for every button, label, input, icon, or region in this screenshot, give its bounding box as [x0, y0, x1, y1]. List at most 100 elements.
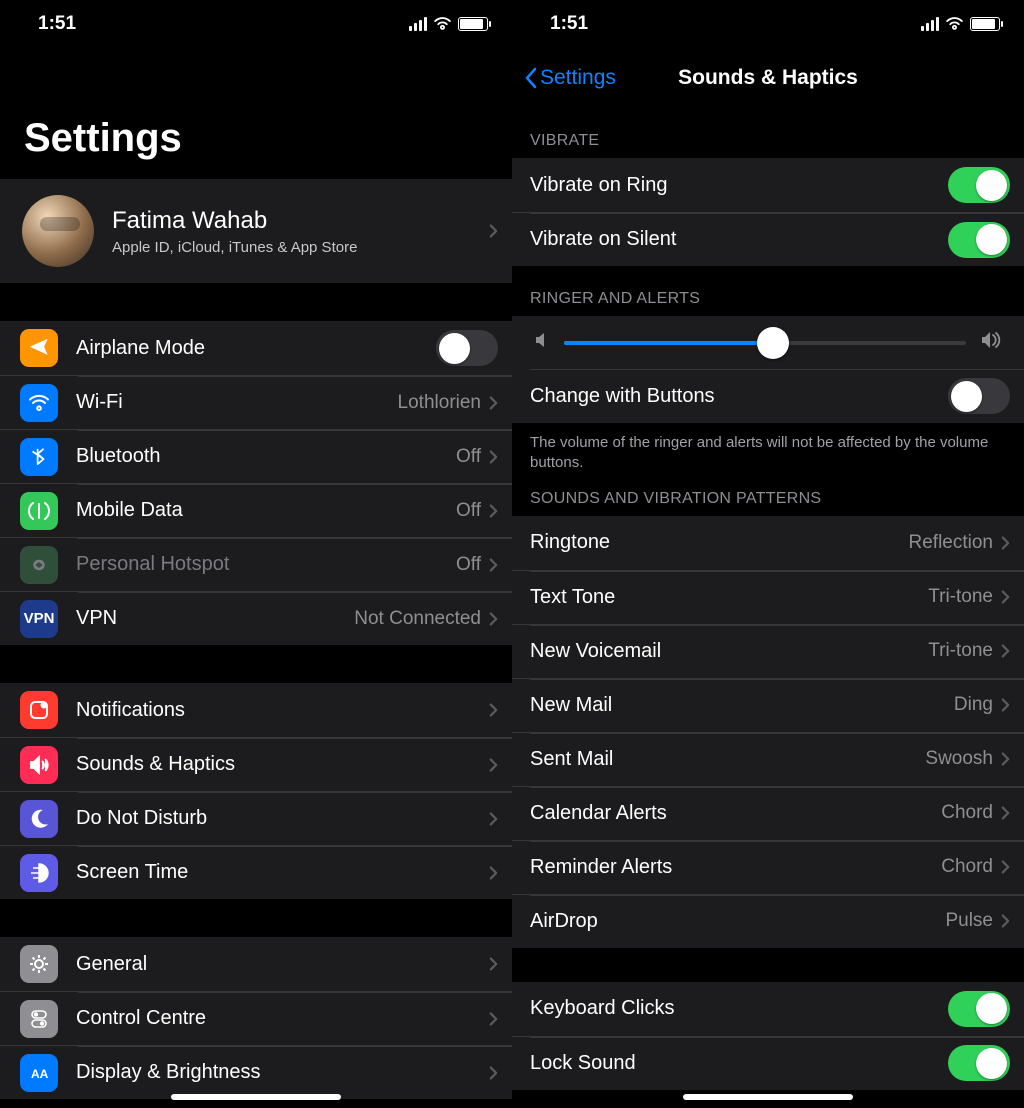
value: Chord [941, 802, 993, 824]
patterns-section: RingtoneReflectionText ToneTri-toneNew V… [512, 516, 1024, 948]
row-vibrate-on-ring[interactable]: Vibrate on Ring [512, 158, 1024, 212]
lock-sound-toggle[interactable] [948, 1045, 1010, 1081]
profile-row[interactable]: Fatima Wahab Apple ID, iCloud, iTunes & … [0, 179, 512, 283]
row-ringtone[interactable]: RingtoneReflection [512, 516, 1024, 570]
chevron-right-icon [1001, 859, 1010, 875]
row-new-mail[interactable]: New MailDing [512, 678, 1024, 732]
back-label: Settings [540, 66, 616, 90]
row-calendar-alerts[interactable]: Calendar AlertsChord [512, 786, 1024, 840]
vibrate-on-ring-toggle[interactable] [948, 167, 1010, 203]
slider-thumb[interactable] [757, 327, 789, 359]
chevron-right-icon [489, 757, 498, 773]
home-indicator[interactable] [171, 1094, 341, 1100]
status-icons [921, 16, 1000, 33]
chevron-right-icon [489, 1065, 498, 1081]
svg-text:AA: AA [31, 1067, 49, 1081]
row-general[interactable]: General [0, 937, 512, 991]
chevron-right-icon [489, 1011, 498, 1027]
row-screen-time[interactable]: Screen Time [0, 845, 512, 899]
slider-track[interactable] [564, 341, 966, 345]
chevron-right-icon [1001, 913, 1010, 929]
row-new-voicemail[interactable]: New VoicemailTri-tone [512, 624, 1024, 678]
value: Lothlorien [398, 392, 481, 414]
change-with-buttons-toggle[interactable] [948, 378, 1010, 414]
avatar [22, 195, 94, 267]
row-airplane-mode[interactable]: Airplane Mode [0, 321, 512, 375]
label: Ringtone [530, 531, 909, 554]
value: Swoosh [925, 748, 993, 770]
value: Ding [954, 694, 993, 716]
speaker-low-icon [534, 331, 550, 354]
label: Calendar Alerts [530, 802, 941, 825]
chevron-right-icon [1001, 751, 1010, 767]
label: Display & Brightness [76, 1061, 489, 1084]
row-bluetooth[interactable]: BluetoothOff [0, 429, 512, 483]
label: Lock Sound [530, 1052, 948, 1075]
row-notifications[interactable]: Notifications [0, 683, 512, 737]
wifi-icon [433, 16, 452, 33]
ringer-section: Change with Buttons [512, 316, 1024, 423]
row-text-tone[interactable]: Text ToneTri-tone [512, 570, 1024, 624]
label: Bluetooth [76, 445, 456, 468]
row-sent-mail[interactable]: Sent MailSwoosh [512, 732, 1024, 786]
label: Screen Time [76, 861, 489, 884]
label: Sent Mail [530, 748, 925, 771]
chevron-right-icon [489, 503, 498, 519]
row-display-brightness[interactable]: AA Display & Brightness [0, 1045, 512, 1099]
vibrate-on-silent-toggle[interactable] [948, 222, 1010, 258]
label: General [76, 953, 489, 976]
change-with-buttons-row[interactable]: Change with Buttons [512, 369, 1024, 423]
chevron-right-icon [489, 223, 498, 239]
label: Reminder Alerts [530, 856, 941, 879]
notifications-icon [20, 691, 58, 729]
battery-icon [970, 17, 1000, 31]
row-keyboard-clicks[interactable]: Keyboard Clicks [512, 982, 1024, 1036]
value: Off [456, 500, 481, 522]
home-indicator[interactable] [683, 1094, 853, 1100]
status-bar: 1:51 [512, 0, 1024, 48]
airplane-mode-toggle[interactable] [436, 330, 498, 366]
value: Not Connected [354, 608, 481, 630]
row-wi-fi[interactable]: Wi-FiLothlorien [0, 375, 512, 429]
ringer-volume-slider[interactable] [512, 316, 1024, 369]
sounds-haptics-screen: 1:51 Settings Sounds & Haptics VIBRATE V… [512, 0, 1024, 1108]
extras-section: Keyboard Clicks Lock Sound [512, 982, 1024, 1090]
value: Reflection [909, 532, 994, 554]
label: Notifications [76, 699, 489, 722]
do-not-disturb-icon [20, 800, 58, 838]
control-centre-icon [20, 1000, 58, 1038]
label: New Mail [530, 694, 954, 717]
status-bar: 1:51 [0, 0, 512, 48]
label: AirDrop [530, 910, 945, 933]
back-button[interactable]: Settings [524, 66, 616, 90]
value: Tri-tone [928, 586, 993, 608]
row-personal-hotspot[interactable]: Personal HotspotOff [0, 537, 512, 591]
system-section: General Control Centre AA Display & Brightn… [0, 937, 512, 1099]
mobile-data-icon [20, 492, 58, 530]
general-icon [20, 945, 58, 983]
status-time: 1:51 [38, 13, 76, 35]
row-control-centre[interactable]: Control Centre [0, 991, 512, 1045]
chevron-right-icon [1001, 535, 1010, 551]
row-airdrop[interactable]: AirDropPulse [512, 894, 1024, 948]
label: Keyboard Clicks [530, 997, 948, 1020]
cellular-icon [921, 17, 939, 31]
keyboard-clicks-toggle[interactable] [948, 991, 1010, 1027]
status-time: 1:51 [550, 13, 588, 35]
label: Mobile Data [76, 499, 456, 522]
row-lock-sound[interactable]: Lock Sound [512, 1036, 1024, 1090]
vpn-icon: VPN [20, 600, 58, 638]
label: Control Centre [76, 1007, 489, 1030]
network-section: Airplane ModeWi-FiLothlorienBluetoothOff… [0, 321, 512, 645]
alerts-section: Notifications Sounds & HapticsDo Not Dist… [0, 683, 512, 899]
row-vpn[interactable]: VPNVPNNot Connected [0, 591, 512, 645]
row-sounds-haptics[interactable]: Sounds & Haptics [0, 737, 512, 791]
sounds-haptics-icon [20, 746, 58, 784]
label: VPN [76, 607, 354, 630]
row-do-not-disturb[interactable]: Do Not Disturb [0, 791, 512, 845]
row-vibrate-on-silent[interactable]: Vibrate on Silent [512, 212, 1024, 266]
row-reminder-alerts[interactable]: Reminder AlertsChord [512, 840, 1024, 894]
row-mobile-data[interactable]: Mobile DataOff [0, 483, 512, 537]
bluetooth-icon [20, 438, 58, 476]
screen-time-icon [20, 854, 58, 892]
